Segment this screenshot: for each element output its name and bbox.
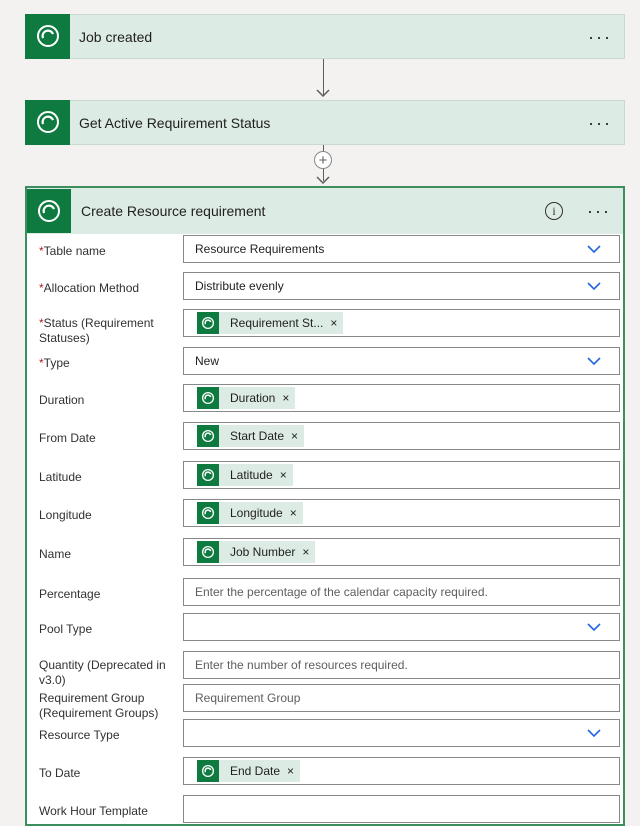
selected-value: New bbox=[195, 354, 220, 368]
dataverse-logo-icon bbox=[197, 387, 219, 409]
field-label: Work Hour Template bbox=[39, 804, 148, 818]
to-date-input[interactable]: End Date × bbox=[183, 757, 620, 785]
latitude-input[interactable]: Latitude × bbox=[183, 461, 620, 489]
chevron-down-icon[interactable] bbox=[587, 729, 601, 737]
step-title: Job created bbox=[79, 28, 153, 45]
close-icon[interactable]: × bbox=[291, 429, 298, 443]
chevron-down-icon[interactable] bbox=[587, 623, 601, 631]
dataverse-logo-icon bbox=[197, 425, 219, 447]
dataverse-logo-icon bbox=[197, 312, 219, 334]
field-label: *Table name bbox=[39, 244, 106, 258]
dynamic-content-token[interactable]: Start Date × bbox=[197, 425, 305, 447]
dataverse-logo-icon bbox=[197, 760, 219, 782]
token-label: Latitude bbox=[230, 468, 273, 482]
close-icon[interactable]: × bbox=[287, 764, 294, 778]
more-options-button[interactable]: ··· bbox=[588, 28, 612, 46]
field-label: Longitude bbox=[39, 508, 92, 522]
trigger-step-job-created[interactable]: Job created ··· bbox=[25, 13, 625, 59]
dataverse-logo-icon bbox=[197, 541, 219, 563]
token-label: Start Date bbox=[230, 429, 285, 443]
requirement-group-requirement-groups-input[interactable]: Requirement Group bbox=[183, 684, 620, 712]
token-label: Requirement St... bbox=[230, 316, 324, 330]
field-label: Resource Type bbox=[39, 728, 120, 742]
longitude-input[interactable]: Longitude × bbox=[183, 499, 620, 527]
field-label: Quantity (Deprecated in v3.0) bbox=[39, 658, 166, 687]
dataverse-logo-icon bbox=[27, 189, 71, 233]
field-label: To Date bbox=[39, 766, 81, 780]
name-input[interactable]: Job Number × bbox=[183, 538, 620, 566]
dynamic-content-token[interactable]: Requirement St... × bbox=[197, 312, 344, 334]
dynamic-content-token[interactable]: Job Number × bbox=[197, 541, 316, 563]
allocation-method-input[interactable]: Distribute evenly bbox=[183, 272, 620, 300]
field-label: Requirement Group (Requirement Groups) bbox=[39, 691, 159, 720]
duration-input[interactable]: Duration × bbox=[183, 384, 620, 412]
token-label: End Date bbox=[230, 764, 281, 778]
placeholder-text: Requirement Group bbox=[195, 691, 301, 705]
selected-value: Distribute evenly bbox=[195, 279, 284, 293]
dynamic-content-token[interactable]: Latitude × bbox=[197, 464, 293, 486]
field-label: From Date bbox=[39, 431, 96, 445]
close-icon[interactable]: × bbox=[280, 468, 287, 482]
close-icon[interactable]: × bbox=[282, 391, 289, 405]
action-card-create-resource-requirement: Create Resource requirement i ··· *Table… bbox=[25, 186, 625, 826]
chevron-down-icon[interactable] bbox=[587, 282, 601, 290]
chevron-down-icon[interactable] bbox=[587, 357, 601, 365]
status-requirement-statuses-input[interactable]: Requirement St... × bbox=[183, 309, 620, 337]
from-date-input[interactable]: Start Date × bbox=[183, 422, 620, 450]
action-step-get-active-requirement-status[interactable]: Get Active Requirement Status ··· bbox=[25, 99, 625, 145]
close-icon[interactable]: × bbox=[330, 316, 337, 330]
dataverse-logo-icon bbox=[25, 99, 70, 145]
arrow-down-icon bbox=[316, 89, 330, 97]
more-options-button[interactable]: ··· bbox=[588, 114, 612, 132]
field-label: Duration bbox=[39, 393, 85, 407]
field-label: Name bbox=[39, 547, 72, 561]
selected-value: Resource Requirements bbox=[195, 242, 325, 256]
dynamic-content-token[interactable]: End Date × bbox=[197, 760, 301, 782]
token-label: Duration bbox=[230, 391, 276, 405]
pool-type-input[interactable] bbox=[183, 613, 620, 641]
percentage-input[interactable]: Enter the percentage of the calendar cap… bbox=[183, 578, 620, 606]
resource-type-input[interactable] bbox=[183, 719, 620, 747]
field-label: Percentage bbox=[39, 587, 101, 601]
arrow-down-icon bbox=[316, 176, 330, 184]
table-name-input[interactable]: Resource Requirements bbox=[183, 235, 620, 263]
add-step-button[interactable]: + bbox=[314, 151, 332, 169]
work-hour-template-input[interactable] bbox=[183, 795, 620, 823]
dataverse-logo-icon bbox=[25, 13, 70, 59]
info-icon[interactable]: i bbox=[545, 202, 564, 220]
dataverse-logo-icon bbox=[197, 464, 219, 486]
placeholder-text: Enter the percentage of the calendar cap… bbox=[195, 585, 488, 599]
field-label: *Allocation Method bbox=[39, 281, 140, 295]
placeholder-text: Enter the number of resources required. bbox=[195, 658, 408, 672]
field-label: Pool Type bbox=[39, 622, 93, 636]
token-label: Longitude bbox=[230, 506, 283, 520]
chevron-down-icon[interactable] bbox=[587, 245, 601, 253]
token-label: Job Number bbox=[230, 545, 296, 559]
dynamic-content-token[interactable]: Duration × bbox=[197, 387, 296, 409]
more-options-button[interactable]: ··· bbox=[587, 202, 611, 220]
close-icon[interactable]: × bbox=[290, 506, 297, 520]
step-title: Get Active Requirement Status bbox=[79, 114, 271, 131]
dynamic-content-token[interactable]: Longitude × bbox=[197, 502, 303, 524]
type-input[interactable]: New bbox=[183, 347, 620, 375]
dataverse-logo-icon bbox=[197, 502, 219, 524]
field-label: *Type bbox=[39, 356, 70, 370]
quantity-deprecated-in-v3-0-input[interactable]: Enter the number of resources required. bbox=[183, 651, 620, 679]
field-label: *Status (Requirement Statuses) bbox=[39, 316, 154, 345]
close-icon[interactable]: × bbox=[302, 545, 309, 559]
field-label: Latitude bbox=[39, 470, 82, 484]
card-title: Create Resource requirement bbox=[81, 203, 266, 219]
card-header[interactable]: Create Resource requirement i ··· bbox=[27, 188, 623, 234]
